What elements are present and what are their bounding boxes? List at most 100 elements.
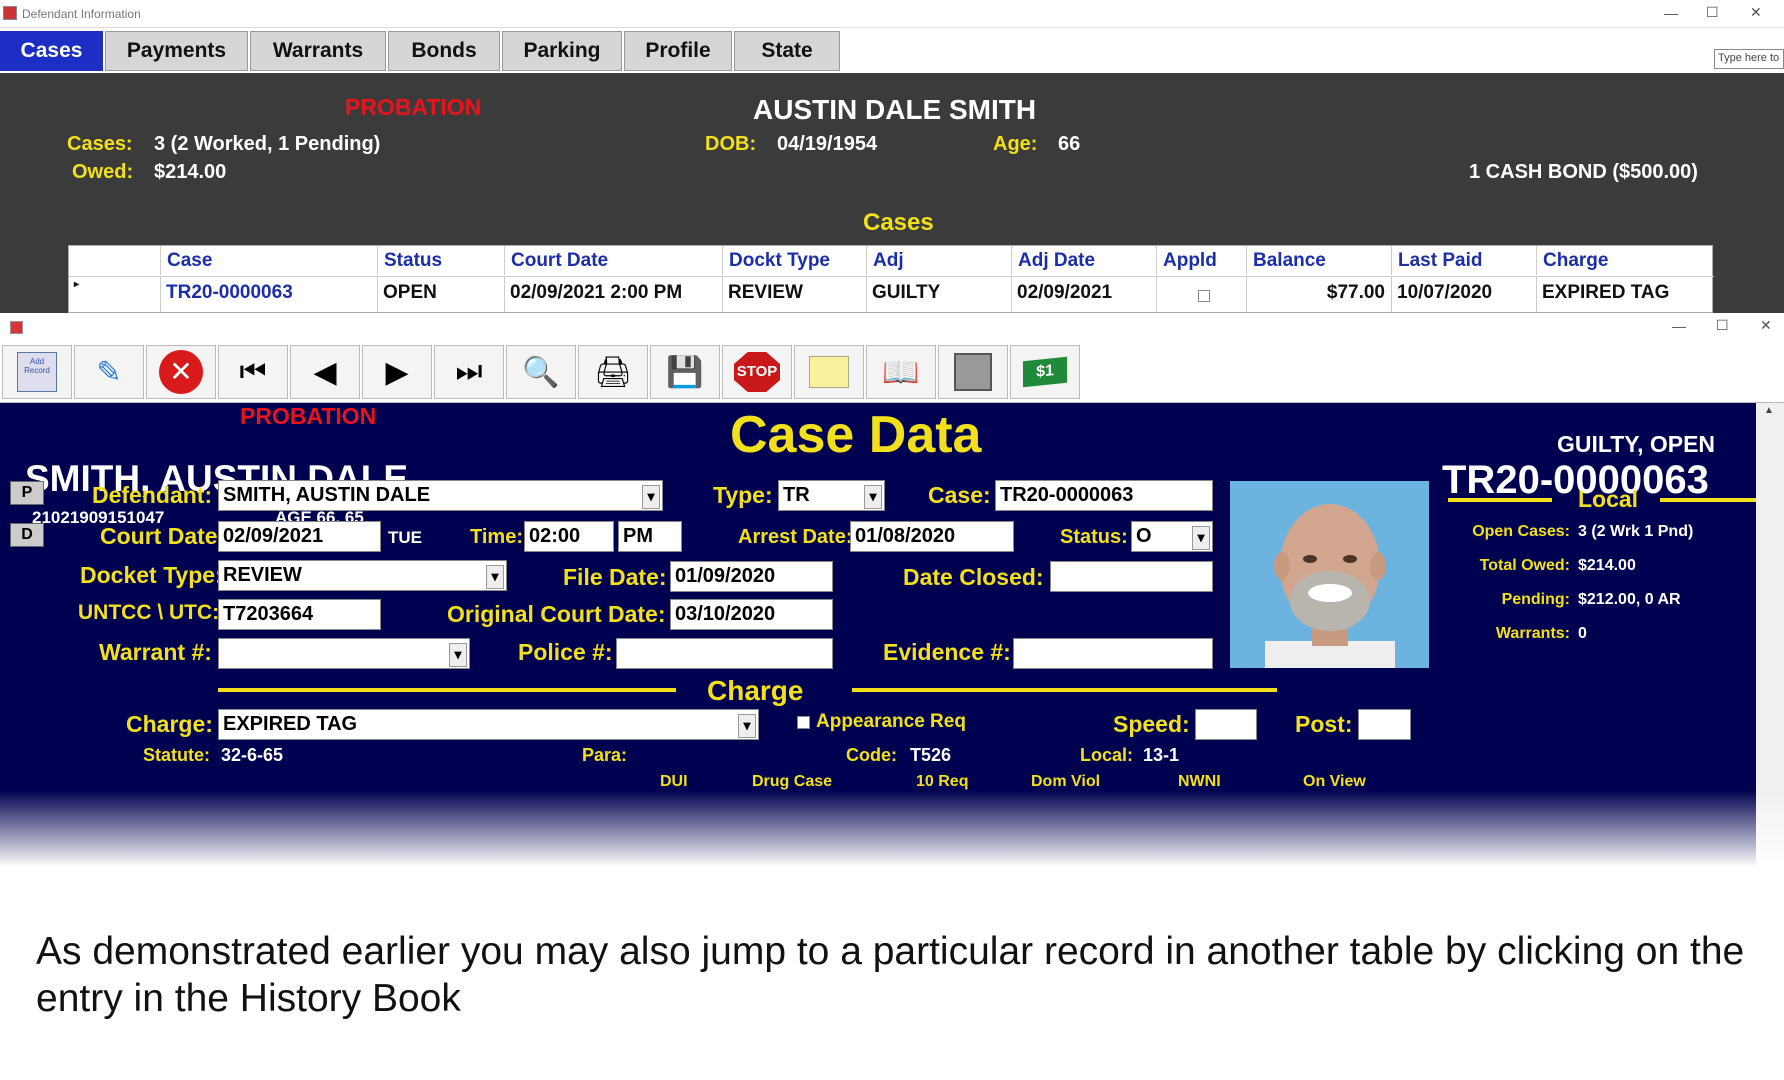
- last-record-button[interactable]: ⏭: [434, 345, 504, 399]
- original-court-date-field[interactable]: 03/10/2020: [670, 599, 833, 630]
- edit-button[interactable]: ✎: [74, 345, 144, 399]
- drug-case-checkbox-label[interactable]: Drug Case: [752, 773, 832, 791]
- speed-label: Speed:: [1113, 711, 1190, 737]
- column-header[interactable]: Last Paid: [1392, 246, 1537, 275]
- column-header[interactable]: Case: [161, 246, 378, 275]
- table-cell[interactable]: REVIEW: [723, 276, 867, 312]
- minimize-icon[interactable]: —: [1664, 5, 1678, 21]
- payment-button[interactable]: $1: [1010, 345, 1080, 399]
- column-header[interactable]: Court Date: [505, 246, 723, 275]
- date-closed-field[interactable]: [1050, 561, 1213, 592]
- notes-button[interactable]: [794, 345, 864, 399]
- probation-flag: PROBATION: [345, 94, 482, 120]
- tab-parking[interactable]: Parking: [502, 31, 622, 71]
- code-label: Code:: [846, 745, 897, 765]
- court-date-field[interactable]: 02/09/2021: [218, 521, 381, 552]
- warrant-label: Warrant #:: [99, 639, 212, 665]
- charge-select[interactable]: EXPIRED TAG: [218, 709, 759, 740]
- tab-profile[interactable]: Profile: [624, 31, 732, 71]
- status-select[interactable]: O: [1131, 521, 1213, 552]
- cabinet-button[interactable]: [938, 345, 1008, 399]
- table-cell[interactable]: 02/09/2021: [1012, 276, 1157, 312]
- column-header[interactable]: Adj Date: [1012, 246, 1157, 275]
- close-icon[interactable]: ✕: [1750, 4, 1762, 21]
- column-header[interactable]: Charge: [1537, 246, 1714, 275]
- tab-warrants[interactable]: Warrants: [250, 31, 386, 71]
- table-cell[interactable]: $77.00: [1247, 276, 1392, 312]
- tab-cases[interactable]: Cases: [0, 31, 103, 71]
- appearance-checkbox[interactable]: [797, 716, 810, 729]
- on-view-checkbox-label[interactable]: On View: [1303, 773, 1366, 791]
- column-header[interactable]: Adj: [867, 246, 1012, 275]
- search-input[interactable]: Type here to: [1714, 49, 1784, 69]
- defendant-select[interactable]: SMITH, AUSTIN DALE: [218, 480, 663, 511]
- search-button[interactable]: 🔍: [506, 345, 576, 399]
- post-field[interactable]: [1358, 709, 1411, 740]
- tab-payments[interactable]: Payments: [105, 31, 248, 71]
- table-cell[interactable]: TR20-0000063: [161, 276, 378, 312]
- close-icon[interactable]: ✕: [1760, 317, 1772, 334]
- column-header[interactable]: Status: [378, 246, 505, 275]
- evidence-field[interactable]: [1013, 638, 1213, 669]
- save-button[interactable]: 💾: [650, 345, 720, 399]
- arrest-date-field[interactable]: 01/08/2020: [850, 521, 1014, 552]
- column-header[interactable]: Dockt Type: [723, 246, 867, 275]
- delete-button[interactable]: ✕: [146, 345, 216, 399]
- type-select[interactable]: TR: [778, 480, 885, 511]
- defendant-name: AUSTIN DALE SMITH: [753, 94, 1037, 125]
- bond-summary: 1 CASH BOND ($500.00): [1469, 161, 1698, 183]
- dui-checkbox-label[interactable]: DUI: [660, 773, 688, 791]
- ampm-field[interactable]: PM: [618, 521, 682, 552]
- warrant-select[interactable]: [218, 638, 470, 669]
- time-label: Time:: [470, 526, 523, 548]
- history-book-button[interactable]: 📖: [866, 345, 936, 399]
- first-record-button[interactable]: ⏮: [218, 345, 288, 399]
- minimize-icon[interactable]: —: [1672, 318, 1686, 334]
- case-field[interactable]: TR20-0000063: [995, 480, 1213, 511]
- para-label: Para:: [582, 745, 628, 765]
- police-label: Police #:: [518, 639, 613, 665]
- file-date-field[interactable]: 01/09/2020: [670, 561, 833, 592]
- stop-button[interactable]: STOP: [722, 345, 792, 399]
- tab-state[interactable]: State: [734, 31, 840, 71]
- table-cell[interactable]: 02/09/2021 2:00 PM: [505, 276, 723, 312]
- original-court-date-label: Original Court Date:: [447, 601, 666, 627]
- table-cell[interactable]: GUILTY: [867, 276, 1012, 312]
- add-record-icon: Add Record: [17, 352, 57, 392]
- cases-value: 3 (2 Worked, 1 Pending): [154, 133, 381, 155]
- maximize-icon[interactable]: ☐: [1706, 4, 1719, 21]
- table-cell[interactable]: EXPIRED TAG: [1537, 276, 1714, 312]
- maximize-icon[interactable]: ☐: [1716, 317, 1729, 334]
- time-field[interactable]: 02:00: [524, 521, 614, 552]
- row-selector-icon[interactable]: ▸: [69, 276, 161, 312]
- untcc-field[interactable]: T7203664: [218, 599, 381, 630]
- police-field[interactable]: [616, 638, 833, 669]
- case-label: Case:: [928, 482, 991, 508]
- delete-icon: ✕: [159, 350, 203, 394]
- total-owed-value: $214.00: [1578, 557, 1636, 574]
- d-button[interactable]: D: [10, 523, 44, 547]
- scroll-up-icon[interactable]: ▲: [1764, 405, 1774, 416]
- 10-req-checkbox-label[interactable]: 10 Req: [916, 773, 968, 791]
- statute-value: 32-6-65: [221, 745, 284, 765]
- previous-record-button[interactable]: ◀: [290, 345, 360, 399]
- edit-icon: ✎: [96, 355, 122, 389]
- print-button[interactable]: 🖨: [578, 345, 648, 399]
- tab-bonds[interactable]: Bonds: [388, 31, 500, 71]
- table-cell[interactable]: OPEN: [378, 276, 505, 312]
- dob-value: 04/19/1954: [777, 133, 878, 155]
- p-button[interactable]: P: [10, 481, 44, 505]
- speed-field[interactable]: [1195, 709, 1257, 740]
- arrest-date-label: Arrest Date:: [738, 526, 853, 548]
- nwni-checkbox-label[interactable]: NWNI: [1178, 773, 1221, 791]
- add-record-button[interactable]: Add Record: [2, 345, 72, 399]
- owed-label: Owed:: [72, 161, 134, 183]
- local-divider-left: [1448, 498, 1552, 502]
- applied-checkbox[interactable]: [1157, 276, 1247, 312]
- docket-type-select[interactable]: REVIEW: [218, 560, 507, 591]
- table-cell[interactable]: 10/07/2020: [1392, 276, 1537, 312]
- column-header[interactable]: Balance: [1247, 246, 1392, 275]
- dom-viol-checkbox-label[interactable]: Dom Viol: [1031, 773, 1100, 791]
- column-header[interactable]: Appld: [1157, 246, 1247, 275]
- next-record-button[interactable]: ▶: [362, 345, 432, 399]
